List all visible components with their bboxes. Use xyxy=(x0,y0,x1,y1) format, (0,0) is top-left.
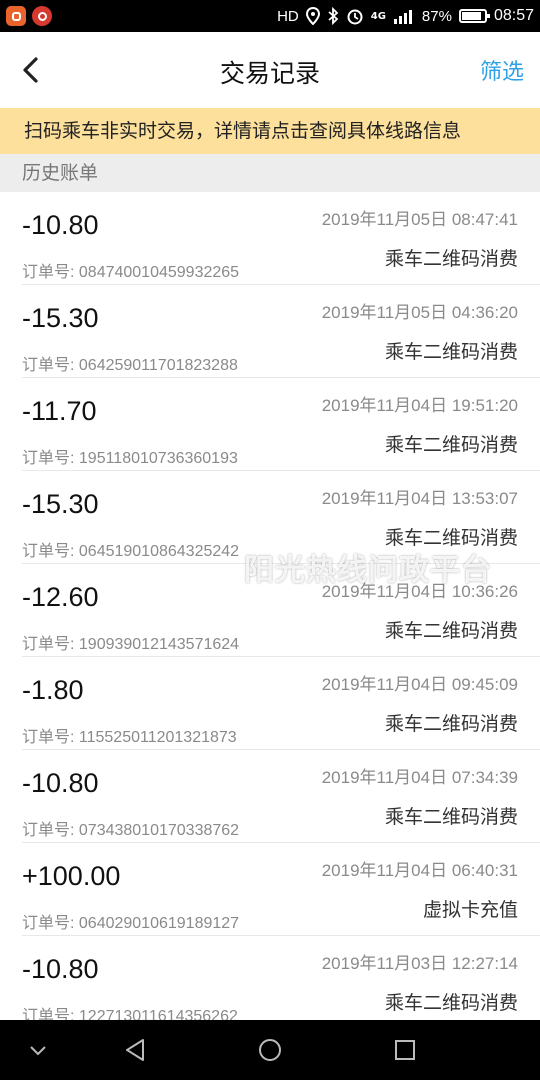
transaction-order-number: 订单号: 195118010736360193 xyxy=(22,450,238,467)
transaction-type: 乘车二维码消费 xyxy=(384,806,518,828)
network-label: HD xyxy=(277,7,299,25)
signal-icon xyxy=(393,10,412,24)
transaction-order-number: 订单号: 084740010459932265 xyxy=(22,264,240,281)
transaction-row[interactable]: -15.30 订单号: 064259011701823288 2019年11月05日… xyxy=(22,285,540,378)
battery-icon xyxy=(458,9,490,23)
transaction-time: 2019年11月03日 12:27:14 xyxy=(321,954,518,973)
section-header-history: 历史账单 xyxy=(0,154,540,192)
android-nav-bar xyxy=(0,1020,540,1080)
app-notification-icon xyxy=(6,6,26,26)
clock: 08:57 xyxy=(493,7,534,24)
transaction-amount: -10.80 xyxy=(22,768,99,798)
transaction-row[interactable]: -10.80 订单号: 084740010459932265 2019年11月05日… xyxy=(22,192,540,285)
back-triangle-icon[interactable] xyxy=(119,1034,151,1066)
transaction-time: 2019年11月04日 07:34:39 xyxy=(321,768,518,787)
battery-percent: 87% xyxy=(421,7,452,25)
transaction-row[interactable]: -11.70 订单号: 195118010736360193 2019年11月04日… xyxy=(22,378,540,471)
transaction-type: 虚拟卡充值 xyxy=(422,899,518,921)
transaction-row[interactable]: -1.80 订单号: 115525011201321873 2019年11月04日 … xyxy=(22,657,540,750)
app-notification-icon-2 xyxy=(32,6,52,26)
transaction-type: 乘车二维码消费 xyxy=(384,248,518,270)
transaction-order-number: 订单号: 064519010864325242 xyxy=(22,543,240,560)
chevron-down-icon[interactable] xyxy=(22,1034,54,1066)
recents-square-icon[interactable] xyxy=(389,1034,421,1066)
transaction-row[interactable]: -10.80 订单号: 122713011614356262 2019年11月03日… xyxy=(22,936,540,1029)
transaction-amount: -1.80 xyxy=(22,675,84,705)
alarm-icon xyxy=(347,9,363,25)
signal-badge: 4G xyxy=(370,10,386,22)
notice-banner[interactable]: 扫码乘车非实时交易，详情请点击查阅具体线路信息 xyxy=(0,108,540,154)
transaction-amount: -11.70 xyxy=(22,396,97,426)
transaction-type: 乘车二维码消费 xyxy=(384,434,518,456)
home-circle-icon[interactable] xyxy=(254,1034,286,1066)
transaction-amount: +100.00 xyxy=(22,861,121,891)
status-bar: HD 4G 87% 08:57 xyxy=(0,0,540,32)
location-icon xyxy=(305,7,320,25)
transaction-amount: -10.80 xyxy=(22,210,99,240)
bluetooth-icon xyxy=(328,7,339,25)
transaction-list: -10.80 订单号: 084740010459932265 2019年11月05日… xyxy=(0,192,540,1029)
transaction-time: 2019年11月04日 09:45:09 xyxy=(321,675,518,694)
transaction-time: 2019年11月04日 19:51:20 xyxy=(321,396,518,415)
system-icons: HD 4G 87% 08:57 xyxy=(277,0,534,32)
transaction-row[interactable]: +100.00 订单号: 064029010619189127 2019年11月04… xyxy=(22,843,540,936)
transaction-time: 2019年11月04日 06:40:31 xyxy=(321,861,518,880)
transaction-amount: -15.30 xyxy=(22,303,99,333)
transaction-type: 乘车二维码消费 xyxy=(384,992,518,1014)
transaction-row[interactable]: -10.80 订单号: 073438010170338762 2019年11月04日… xyxy=(22,750,540,843)
filter-button[interactable]: 筛选 xyxy=(480,54,524,86)
transaction-time: 2019年11月04日 13:53:07 xyxy=(321,489,518,508)
transaction-order-number: 订单号: 115525011201321873 xyxy=(22,729,237,746)
transaction-type: 乘车二维码消费 xyxy=(384,341,518,363)
notification-icons xyxy=(6,6,52,26)
transaction-amount: -15.30 xyxy=(22,489,99,519)
app-header: 交易记录 筛选 xyxy=(0,32,540,108)
transaction-order-number: 订单号: 073438010170338762 xyxy=(22,822,240,839)
transaction-order-number: 订单号: 190939012143571624 xyxy=(22,636,240,653)
transaction-order-number: 订单号: 064029010619189127 xyxy=(22,915,240,932)
transaction-time: 2019年11月05日 04:36:20 xyxy=(321,303,518,322)
watermark: 阳光热线问政平台 xyxy=(244,553,492,588)
page-title: 交易记录 xyxy=(219,59,320,88)
transaction-type: 乘车二维码消费 xyxy=(384,713,518,735)
transaction-time: 2019年11月05日 08:47:41 xyxy=(321,210,518,229)
transaction-order-number: 订单号: 064259011701823288 xyxy=(22,357,238,374)
transaction-amount: -12.60 xyxy=(22,582,99,612)
transaction-amount: -10.80 xyxy=(22,954,99,984)
transaction-type: 乘车二维码消费 xyxy=(384,620,518,642)
